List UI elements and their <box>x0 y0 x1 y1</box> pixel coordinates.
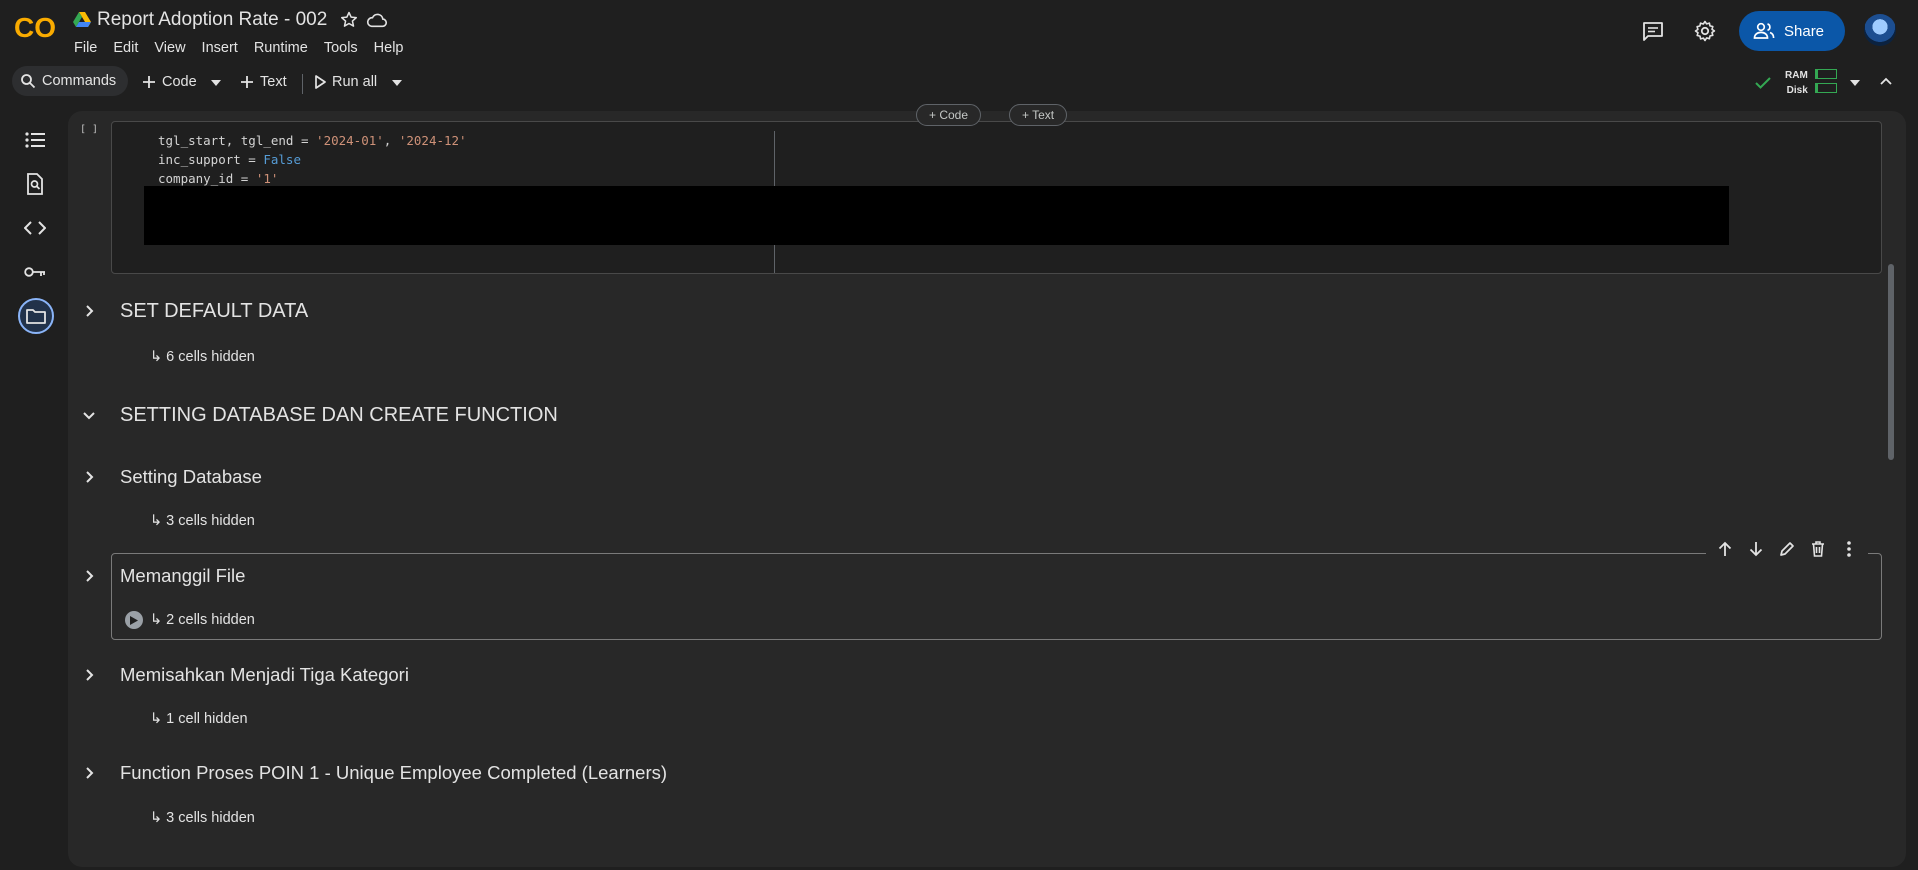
cloud-icon[interactable] <box>366 11 388 29</box>
add-text-button[interactable]: Text <box>240 74 287 90</box>
code-line-2: inc_support = False <box>158 152 301 167</box>
colab-logo[interactable]: CO <box>14 12 58 42</box>
menu-edit[interactable]: Edit <box>113 40 138 56</box>
notebook-title[interactable]: Report Adoption Rate - 002 <box>97 9 327 31</box>
svg-text:CO: CO <box>14 12 56 42</box>
chevron-right-icon[interactable] <box>82 766 96 780</box>
key-icon[interactable] <box>20 257 50 287</box>
add-code-button[interactable]: Code <box>142 74 197 90</box>
notebook-scrollbar[interactable] <box>1888 264 1894 460</box>
play-icon[interactable] <box>125 611 143 629</box>
resources-indicator[interactable]: RAM Disk <box>1785 68 1808 98</box>
share-label: Share <box>1784 22 1825 40</box>
gear-icon[interactable] <box>1693 19 1717 43</box>
menu-bar: File Edit View Insert Runtime Tools Help <box>74 40 420 56</box>
commands-button[interactable]: Commands <box>12 66 129 96</box>
redacted-block <box>144 186 1729 245</box>
search-icon <box>21 74 36 89</box>
chevron-up-icon[interactable] <box>1880 77 1892 85</box>
trash-icon[interactable] <box>1809 540 1827 558</box>
chevron-down-icon[interactable] <box>82 408 96 422</box>
chevron-down-icon[interactable] <box>1850 80 1860 86</box>
more-vert-icon[interactable] <box>1840 540 1858 558</box>
section-heading: Setting Database <box>120 466 262 487</box>
plus-icon <box>241 76 253 88</box>
commands-label: Commands <box>42 73 117 89</box>
menu-file[interactable]: File <box>74 40 97 56</box>
folder-icon[interactable] <box>18 298 54 334</box>
resource-bars[interactable] <box>1815 69 1837 97</box>
ram-bar <box>1815 69 1837 79</box>
chevron-right-icon[interactable] <box>82 668 96 682</box>
add-text-label: Text <box>260 74 287 90</box>
star-icon[interactable] <box>339 10 359 30</box>
chevron-right-icon[interactable] <box>82 470 96 484</box>
hidden-cells-note[interactable]: ↳ 6 cells hidden <box>150 349 255 365</box>
chevron-down-icon[interactable] <box>211 80 221 86</box>
menu-view[interactable]: View <box>154 40 185 56</box>
find-icon[interactable] <box>20 169 50 199</box>
section-heading: SET DEFAULT DATA <box>120 300 309 322</box>
disk-bar <box>1815 83 1837 93</box>
play-icon <box>315 75 326 89</box>
menu-help[interactable]: Help <box>374 40 404 56</box>
pencil-icon[interactable] <box>1778 540 1796 558</box>
menu-insert[interactable]: Insert <box>202 40 238 56</box>
hidden-cells-note[interactable]: ↳ 3 cells hidden <box>150 513 255 529</box>
chevron-down-icon[interactable] <box>392 80 402 86</box>
hidden-cells-note[interactable]: ↳ 1 cell hidden <box>150 711 248 727</box>
selected-text-cell[interactable] <box>111 553 1882 640</box>
run-all-button[interactable]: Run all <box>314 74 377 90</box>
arrow-up-icon[interactable] <box>1716 540 1734 558</box>
run-all-label: Run all <box>332 74 378 90</box>
menu-tools[interactable]: Tools <box>324 40 358 56</box>
plus-icon <box>143 76 155 88</box>
code-line-1: tgl_start, tgl_end = '2024-01', '2024-12… <box>158 133 467 148</box>
share-button[interactable]: Share <box>1739 11 1845 51</box>
code-snippets-icon[interactable] <box>20 213 50 243</box>
section-heading: Memanggil File <box>120 565 246 586</box>
top-bar: CO Report Adoption Rate - 002 File Edit … <box>0 0 1918 62</box>
section-heading: Memisahkan Menjadi Tiga Kategori <box>120 664 409 685</box>
table-of-contents-icon[interactable] <box>20 125 50 155</box>
disk-label: Disk <box>1786 85 1808 96</box>
chevron-right-icon[interactable] <box>82 569 96 583</box>
drive-icon[interactable] <box>73 12 91 28</box>
left-sidebar <box>0 114 68 870</box>
comment-icon[interactable] <box>1641 19 1665 43</box>
code-line-3: company_id = '1' <box>158 171 279 186</box>
add-code-label: Code <box>162 74 197 90</box>
cell-run-indicator[interactable]: [ ] <box>80 124 98 135</box>
arrow-down-icon[interactable] <box>1747 540 1765 558</box>
toolbar-divider <box>302 74 303 94</box>
hidden-cells-note[interactable]: ↳ 2 cells hidden <box>150 612 255 628</box>
insert-text-cell-button[interactable]: + Text <box>1009 104 1068 126</box>
hidden-cells-note[interactable]: ↳ 3 cells hidden <box>150 810 255 826</box>
cell-action-toolbar <box>1706 535 1868 563</box>
section-heading: Function Proses POIN 1 - Unique Employee… <box>120 762 668 783</box>
ram-label: RAM <box>1785 70 1808 81</box>
check-icon <box>1755 77 1771 89</box>
notebook-toolbar: Commands Code Text Run all <box>0 62 1918 104</box>
chevron-right-icon[interactable] <box>82 304 96 318</box>
people-icon <box>1753 22 1775 39</box>
section-heading: SETTING DATABASE DAN CREATE FUNCTION <box>120 404 558 426</box>
avatar[interactable] <box>1864 14 1896 46</box>
insert-code-cell-button[interactable]: + Code <box>916 104 982 126</box>
menu-runtime[interactable]: Runtime <box>254 40 308 56</box>
